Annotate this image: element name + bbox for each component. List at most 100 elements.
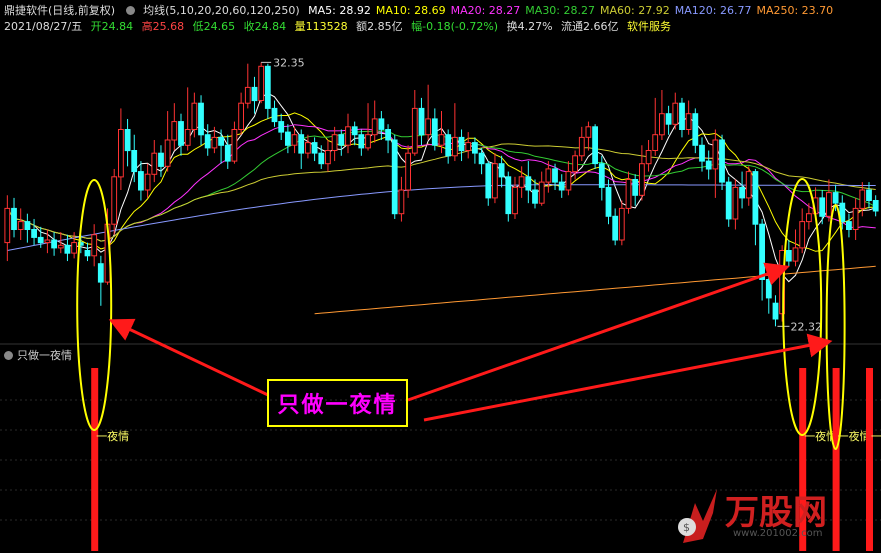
candle <box>505 171 512 222</box>
candle <box>485 161 492 206</box>
candle <box>659 90 665 140</box>
candle <box>84 242 91 262</box>
candle <box>418 97 425 146</box>
candle <box>258 62 265 104</box>
quote-volume: 量113528 <box>294 20 348 33</box>
candle <box>872 195 879 217</box>
candle <box>498 155 505 188</box>
candle <box>411 90 418 156</box>
candle <box>692 108 699 154</box>
ma-value-3: MA30: 28.27 <box>525 4 596 17</box>
candle <box>351 121 358 146</box>
candle <box>271 100 278 127</box>
candle <box>685 100 692 135</box>
candle <box>358 129 365 156</box>
candle <box>852 197 859 240</box>
candle <box>371 100 378 143</box>
candle <box>51 232 58 256</box>
candle <box>385 124 392 154</box>
candle <box>472 137 478 164</box>
min-price-label: 22.32 <box>790 320 822 333</box>
quote-turnover: 换4.27% <box>506 20 553 33</box>
indicator-circle-icon[interactable] <box>4 351 13 360</box>
chart-header: 鼎捷软件(日线,前复权) 均线(5,10,20,20,60,120,250) M… <box>0 0 881 38</box>
watermark-logo-icon: $ <box>678 489 717 543</box>
quote-change: 幅-0.18(-0.72%) <box>411 20 499 33</box>
candle <box>198 95 204 146</box>
signal-label: 一夜情 <box>96 429 129 443</box>
candle <box>218 129 224 164</box>
candle <box>325 140 331 172</box>
header-row-ma: 鼎捷软件(日线,前复权) 均线(5,10,20,20,60,120,250) M… <box>4 3 843 19</box>
candle <box>31 218 38 246</box>
header-row-quote: 2021/08/27/五 开24.84 高25.68 低24.65 收24.84… <box>4 19 676 35</box>
ma-value-6: MA250: 23.70 <box>756 4 834 17</box>
quote-sector[interactable]: 软件服务 <box>627 20 671 33</box>
candle <box>231 121 238 164</box>
candle <box>278 113 285 140</box>
candle <box>251 76 258 114</box>
ma-line-250 <box>314 265 876 315</box>
candle <box>311 137 318 162</box>
candle <box>57 232 64 254</box>
candle <box>204 124 211 156</box>
candle <box>612 208 619 246</box>
candle <box>725 176 732 227</box>
annotation-arrow-2 <box>423 333 833 422</box>
candle <box>264 63 271 119</box>
candle <box>452 103 458 162</box>
ma-value-4: MA60: 27.92 <box>600 4 670 17</box>
quote-date: 2021/08/27/五 <box>4 20 83 33</box>
indicator-title: 只做一夜情 <box>4 347 72 363</box>
svg-text:$: $ <box>683 521 690 534</box>
candle <box>124 118 131 167</box>
ma-value-5: MA120: 26.77 <box>674 4 752 17</box>
ma-value-2: MA20: 28.27 <box>450 4 521 17</box>
candle <box>772 295 779 327</box>
indicator-title-text: 只做一夜情 <box>17 349 72 362</box>
candle <box>632 174 639 206</box>
watermark-url: www.201002.com <box>733 528 823 539</box>
candle <box>164 111 171 172</box>
candle <box>24 213 31 243</box>
signal-label: 一夜情 <box>871 429 881 443</box>
candle <box>97 255 104 306</box>
settings-circle-icon[interactable] <box>125 6 135 15</box>
candle <box>759 218 766 301</box>
candle <box>4 195 11 262</box>
candle <box>178 113 184 156</box>
candle <box>345 113 351 154</box>
candle <box>625 171 632 214</box>
candle <box>792 229 799 267</box>
candle <box>144 163 151 198</box>
candle <box>465 132 472 159</box>
candle <box>605 179 612 225</box>
candle <box>238 92 244 135</box>
candle <box>11 197 17 238</box>
candle <box>592 124 599 169</box>
quote-high: 高25.68 <box>141 20 185 33</box>
quote-float: 流通2.66亿 <box>561 20 619 33</box>
candle <box>338 129 345 156</box>
kline-chart[interactable]: 32.3522.32一夜情一夜情一夜情一夜情 <box>0 0 881 551</box>
candle <box>665 105 672 135</box>
ma-value-1: MA10: 28.69 <box>375 4 446 17</box>
candle <box>405 145 412 198</box>
candle <box>639 145 645 201</box>
candle <box>672 92 679 130</box>
candle <box>331 126 338 162</box>
ma-value-0: MA5: 28.92 <box>308 4 371 17</box>
ma-values: MA5: 28.92 MA10: 28.69 MA20: 28.27 MA30: 28… <box>308 4 838 17</box>
candle <box>111 168 118 235</box>
callout-box: 只做一夜情 <box>267 379 408 427</box>
candle <box>719 134 725 190</box>
quote-low: 低24.65 <box>192 20 236 33</box>
candle <box>425 84 432 140</box>
quote-open: 开24.84 <box>90 20 134 33</box>
candle <box>525 161 532 204</box>
candle <box>578 126 585 162</box>
max-price-label: 32.35 <box>273 56 305 69</box>
stock-name: 鼎捷软件(日线,前复权) <box>4 4 116 17</box>
candle <box>151 140 158 183</box>
candle <box>44 229 51 254</box>
